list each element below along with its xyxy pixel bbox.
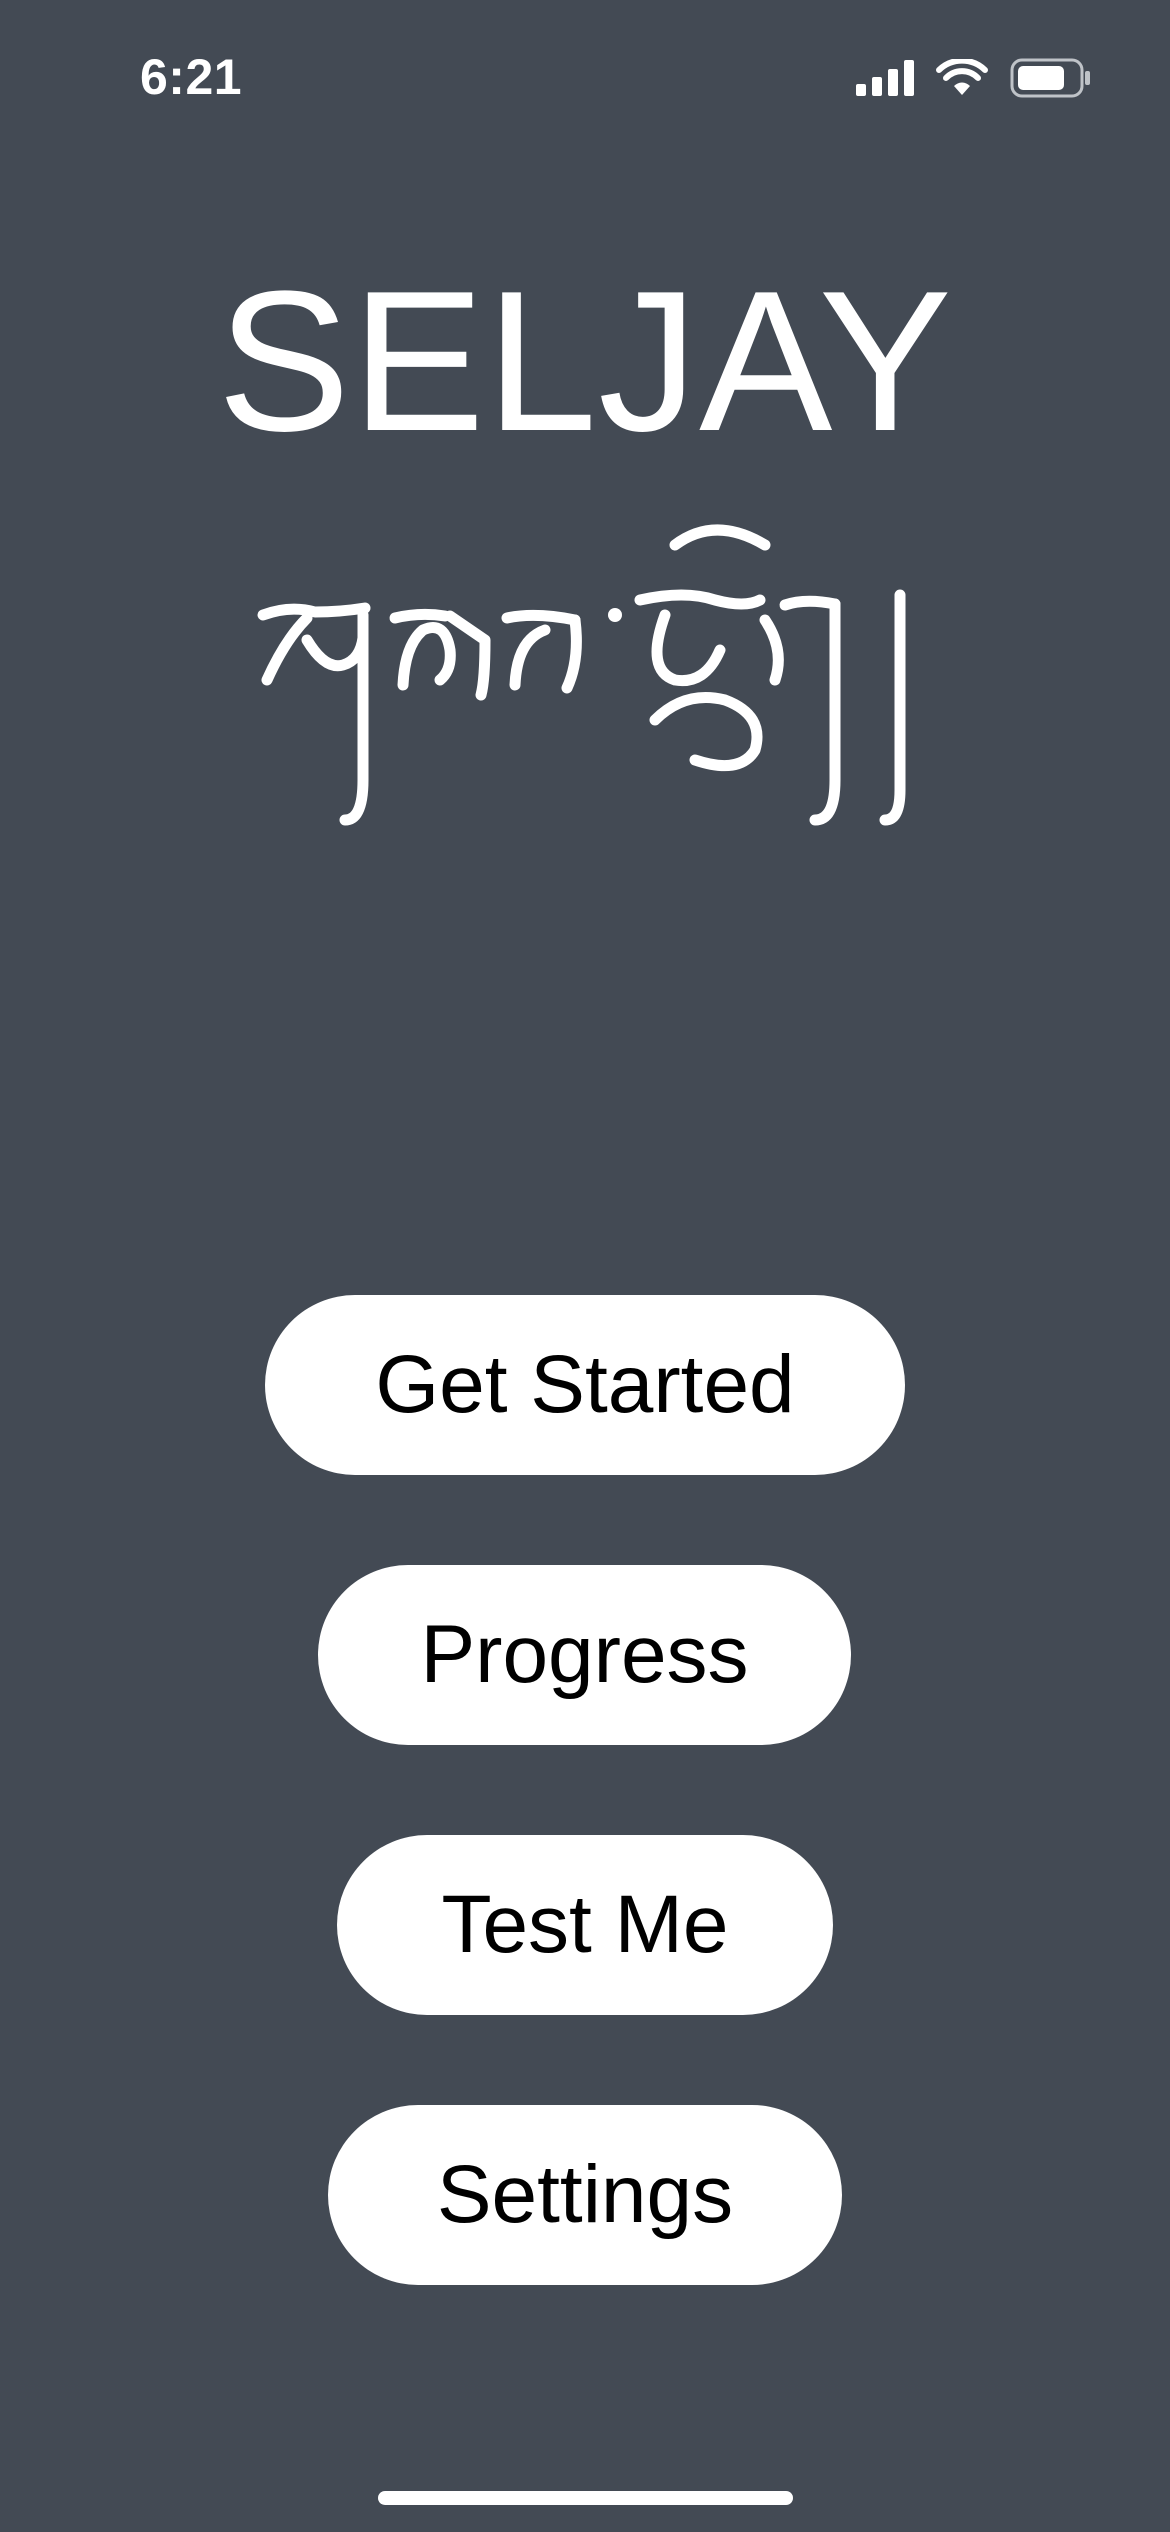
battery-icon — [1010, 58, 1092, 98]
progress-button[interactable]: Progress — [318, 1565, 851, 1745]
tibetan-logo — [245, 520, 935, 840]
wifi-icon — [936, 59, 988, 97]
settings-button[interactable]: Settings — [328, 2105, 842, 2285]
status-icons — [856, 56, 1092, 100]
test-me-button[interactable]: Test Me — [337, 1835, 833, 2015]
app-title: SELJAY — [217, 250, 953, 473]
get-started-button[interactable]: Get Started — [265, 1295, 905, 1475]
cellular-signal-icon — [856, 60, 914, 96]
home-indicator[interactable] — [378, 2491, 793, 2505]
status-bar: 6:21 — [0, 0, 1170, 150]
status-time: 6:21 — [140, 49, 243, 105]
